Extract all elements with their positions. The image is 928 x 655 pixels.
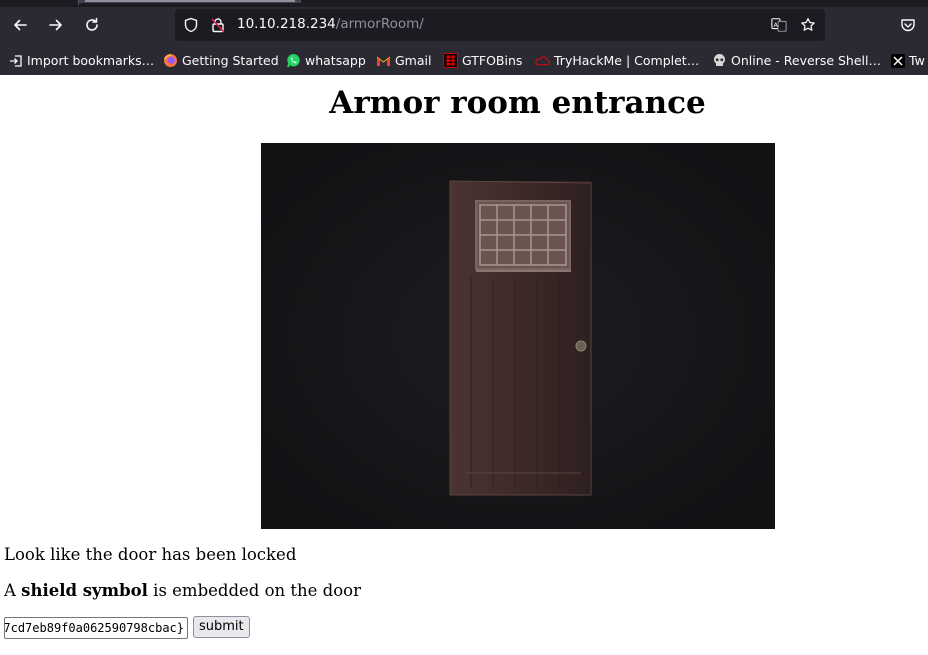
door-image bbox=[261, 143, 775, 529]
bookmark-star-icon[interactable] bbox=[800, 17, 816, 33]
shield-symbol-bold: shield symbol bbox=[21, 581, 148, 600]
bookmark-label: Getting Started bbox=[182, 53, 279, 68]
forward-button[interactable] bbox=[44, 13, 68, 37]
bookmark-label: TryHackMe | Complet… bbox=[554, 53, 700, 68]
bookmark-label: Tw bbox=[909, 53, 925, 68]
import-icon bbox=[8, 53, 23, 68]
reload-button[interactable] bbox=[80, 13, 104, 37]
answer-input[interactable]: 7cd7eb89f0a062590798cbac} bbox=[4, 617, 188, 639]
page-content: Armor room entrance Look like the door h… bbox=[0, 75, 928, 655]
insecure-lock-icon[interactable] bbox=[210, 17, 226, 33]
bookmark-gmail[interactable]: Gmail bbox=[376, 51, 431, 70]
pocket-icon bbox=[901, 19, 915, 32]
tab-strip bbox=[0, 0, 928, 7]
forward-arrow-icon bbox=[49, 19, 62, 31]
bookmark-reverse-shell[interactable]: Online - Reverse Shell… bbox=[712, 51, 881, 70]
shield-prefix: A bbox=[4, 581, 22, 600]
answer-input-value: 7cd7eb89f0a062590798cbac} bbox=[4, 621, 184, 635]
shield-description: A shield symbol is embedded on the door bbox=[4, 581, 361, 600]
firefox-icon bbox=[163, 53, 178, 68]
back-arrow-icon bbox=[14, 19, 27, 31]
bookmark-twitter[interactable]: Tw bbox=[890, 51, 925, 70]
url-text[interactable]: 10.10.218.234/armorRoom/ bbox=[237, 16, 424, 32]
tryhackme-icon bbox=[535, 53, 550, 68]
x-icon bbox=[890, 53, 905, 68]
svg-text:A: A bbox=[774, 22, 779, 29]
translate-icon[interactable]: A bbox=[771, 17, 787, 33]
gmail-icon bbox=[376, 53, 391, 68]
browser-chrome: 10.10.218.234/armorRoom/ A Import bookma… bbox=[0, 0, 928, 75]
submit-button[interactable]: submit bbox=[193, 616, 250, 638]
reload-icon bbox=[86, 17, 98, 31]
url-host: 10.10.218.234 bbox=[237, 16, 336, 32]
whatsapp-icon bbox=[286, 53, 301, 68]
door-locked-text: Look like the door has been locked bbox=[4, 545, 297, 564]
skull-icon bbox=[712, 53, 727, 68]
bookmark-label: Import bookmarks… bbox=[27, 53, 155, 68]
bookmark-tryhackme[interactable]: TryHackMe | Complet… bbox=[535, 51, 699, 70]
back-button[interactable] bbox=[8, 13, 32, 37]
bookmark-whatsapp[interactable]: whatsapp bbox=[286, 51, 366, 70]
bookmark-import[interactable]: Import bookmarks… bbox=[8, 51, 154, 70]
url-path: /armorRoom/ bbox=[335, 16, 424, 32]
active-tab[interactable] bbox=[79, 0, 301, 3]
shield-suffix: is embedded on the door bbox=[147, 581, 361, 600]
gtfobins-icon bbox=[443, 53, 458, 68]
tracking-protection-shield-icon[interactable] bbox=[183, 17, 199, 33]
bookmark-label: GTFOBins bbox=[462, 53, 523, 68]
bookmarks-toolbar: Import bookmarks… Getting Started whatsa… bbox=[0, 49, 928, 72]
bookmark-label: Gmail bbox=[395, 53, 432, 68]
page-title: Armor room entrance bbox=[329, 85, 706, 121]
bookmark-label: Online - Reverse Shell… bbox=[731, 53, 881, 68]
address-bar[interactable]: 10.10.218.234/armorRoom/ A bbox=[175, 9, 825, 41]
bookmark-gtfobins[interactable]: GTFOBins bbox=[443, 51, 522, 70]
bookmark-label: whatsapp bbox=[305, 53, 366, 68]
pocket-button[interactable] bbox=[896, 13, 920, 37]
bookmark-getting-started[interactable]: Getting Started bbox=[163, 51, 279, 70]
